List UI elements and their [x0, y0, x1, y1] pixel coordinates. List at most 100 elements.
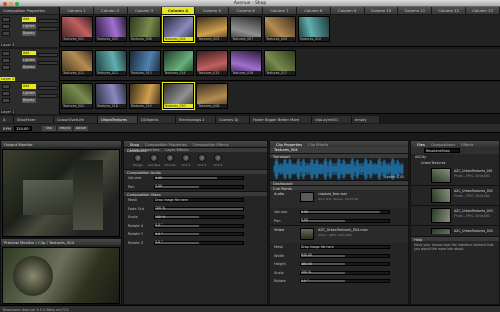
deck-tab[interactable]: ShoxFever — [14, 116, 54, 123]
deck-tab[interactable]: Cosmey DJ — [216, 116, 250, 123]
column-header-10[interactable]: Column 10 — [364, 7, 399, 14]
layer-name[interactable]: Layer 3 — [0, 43, 16, 47]
clip-slot[interactable]: Textures_001 — [61, 16, 93, 42]
clip-slot[interactable]: Textures_010 — [297, 16, 330, 42]
deck-tab[interactable]: empty — [352, 116, 380, 123]
layer-blend-2[interactable]: Bypass — [22, 98, 36, 103]
clip-slot[interactable]: Textures_003 — [196, 16, 229, 42]
layer-blend-2[interactable]: Bypass — [22, 31, 36, 36]
layer-button-b[interactable] — [2, 57, 10, 63]
clip-slot[interactable]: Textures_016 — [230, 49, 263, 76]
dashboard-knob[interactable]: Chroma — [162, 154, 178, 167]
deck-tab[interactable]: Faster Bigger Better More — [250, 116, 312, 123]
clip-slot[interactable]: Textures_017 — [264, 49, 296, 76]
param-slider[interactable] — [154, 240, 244, 245]
column-header-4[interactable]: Column 4 — [161, 7, 196, 14]
param-slider[interactable] — [154, 206, 244, 211]
layer-button-x[interactable] — [2, 84, 10, 89]
param-slider[interactable] — [154, 176, 244, 180]
column-header-11[interactable]: Column 11 — [398, 7, 433, 14]
clip-tab[interactable]: Clip Properties — [273, 143, 306, 147]
param-slider[interactable] — [154, 232, 244, 236]
clip-slot[interactable]: Textures_011 — [61, 49, 93, 76]
column-header-9[interactable]: Column 9 — [330, 7, 365, 14]
param-slider[interactable] — [300, 262, 390, 266]
param-slider[interactable] — [300, 279, 390, 283]
layer-volume-slider[interactable] — [38, 94, 58, 98]
deck-tab[interactable]: Electroblogs 2 — [176, 116, 216, 123]
shop-tab[interactable]: Shop — [127, 143, 143, 147]
knob-dial[interactable] — [166, 154, 174, 162]
layer-name[interactable]: Layer 1 — [0, 110, 16, 114]
layer-opacity-slider[interactable] — [38, 86, 58, 90]
dashboard-knob[interactable]: Link 5 — [194, 154, 210, 167]
column-header-1[interactable]: Column 1 — [60, 7, 94, 14]
clip-slot[interactable]: Textures_018 — [94, 83, 127, 109]
layer-blend-1[interactable]: Lighten — [22, 24, 36, 29]
clip-slot[interactable]: Textures_012 — [94, 49, 127, 76]
layer-blend-1[interactable]: Lighten — [22, 91, 36, 96]
knob-dial[interactable] — [134, 154, 142, 162]
dashboard-knob[interactable]: Ranger — [130, 154, 146, 167]
deck-tab[interactable]: DJObjects — [138, 116, 176, 123]
pause-button[interactable]: pause — [74, 125, 88, 131]
clip-slot[interactable]: Textures_009 — [264, 16, 296, 42]
layer-button-s[interactable] — [2, 98, 10, 103]
clip-slot[interactable]: Textures_007 — [230, 16, 263, 42]
layer-blend-0[interactable]: Add — [22, 17, 36, 22]
layer-blend-1[interactable]: Lighten — [22, 57, 36, 62]
param-slider[interactable] — [300, 253, 390, 258]
layer-opacity-slider[interactable] — [38, 52, 58, 57]
column-header-8[interactable]: Column 8 — [296, 7, 331, 14]
layer-opacity-slider[interactable] — [38, 19, 58, 23]
clip-slot[interactable]: Textures_005 — [94, 16, 127, 42]
clip-slot[interactable]: Textures_014 — [162, 49, 195, 76]
layer-button-x[interactable] — [2, 17, 10, 22]
clip-slot[interactable]: Textures_004 — [161, 15, 196, 43]
dashboard-knob[interactable]: Link 4 — [178, 154, 194, 167]
shop-tab[interactable]: Composition Effects — [190, 143, 232, 147]
file-item[interactable]: AZC_UrbanTextures_004Photo - JPEG, 640x4… — [411, 226, 499, 234]
layer-button-b[interactable] — [2, 24, 10, 29]
layer-blend-0[interactable]: Add — [22, 84, 36, 89]
dashboard-knob[interactable]: Link 6 — [210, 154, 226, 167]
knob-dial[interactable] — [214, 154, 222, 162]
knob-dial[interactable] — [150, 154, 158, 162]
file-item[interactable]: AZC_UrbanTextures_002 Photo - JPEG, 640x4… — [411, 186, 499, 206]
column-header-7[interactable]: Column 7 — [263, 7, 297, 14]
layer-blend-2[interactable]: Bypass — [22, 64, 36, 69]
tap-button[interactable]: tap — [42, 125, 56, 131]
column-header-3[interactable]: Column 3 — [127, 7, 162, 14]
file-item[interactable]: AZC_UrbanTextures_003 Photo - JPEG, 640x4… — [411, 206, 499, 226]
layer-button-x[interactable] — [2, 50, 10, 56]
clip-slot[interactable]: Textures_020 — [161, 82, 196, 110]
waveform[interactable]: Speed: 1.00 — [270, 157, 408, 181]
deck-tab[interactable]: clipLayer001 — [312, 116, 352, 123]
param-slider[interactable] — [300, 270, 390, 275]
clip-slot[interactable]: Textures_019 — [128, 83, 161, 109]
param-slider[interactable] — [154, 184, 244, 189]
layer-button-s[interactable] — [2, 31, 10, 36]
column-header-12[interactable]: Column 12 — [432, 7, 467, 14]
param-slider[interactable] — [154, 223, 244, 228]
composition-properties-button[interactable]: Composition Properties — [0, 7, 60, 14]
param-slider[interactable] — [300, 218, 390, 223]
layer-name[interactable]: Layer 2 — [0, 76, 16, 81]
resync-button[interactable]: resync — [58, 125, 72, 131]
column-header-5[interactable]: Column 5 — [195, 7, 230, 14]
clip-slot[interactable]: Textures_008 — [196, 83, 229, 109]
file-item[interactable]: AZC_UrbanTextures_001 Photo - JPEG, 640x4… — [411, 166, 499, 186]
column-header-6[interactable]: Column 6 — [229, 7, 264, 14]
clip-slot[interactable]: Textures_013 — [128, 49, 161, 76]
clip-slot[interactable]: Textures_015 — [196, 49, 229, 76]
param-slider[interactable] — [300, 210, 390, 214]
knob-dial[interactable] — [182, 154, 190, 162]
column-header-2[interactable]: Column 2 — [93, 7, 128, 14]
layer-button-b[interactable] — [2, 91, 10, 96]
layer-button-s[interactable] — [2, 64, 10, 70]
clip-slot[interactable]: Textures_002 — [61, 83, 93, 109]
layer-volume-slider[interactable] — [38, 60, 58, 65]
shop-tab[interactable]: Composition Properties — [142, 143, 190, 147]
clip-slot[interactable]: Textures_006 — [128, 16, 161, 42]
dashboard-knob[interactable]: Low Pass — [146, 154, 162, 167]
